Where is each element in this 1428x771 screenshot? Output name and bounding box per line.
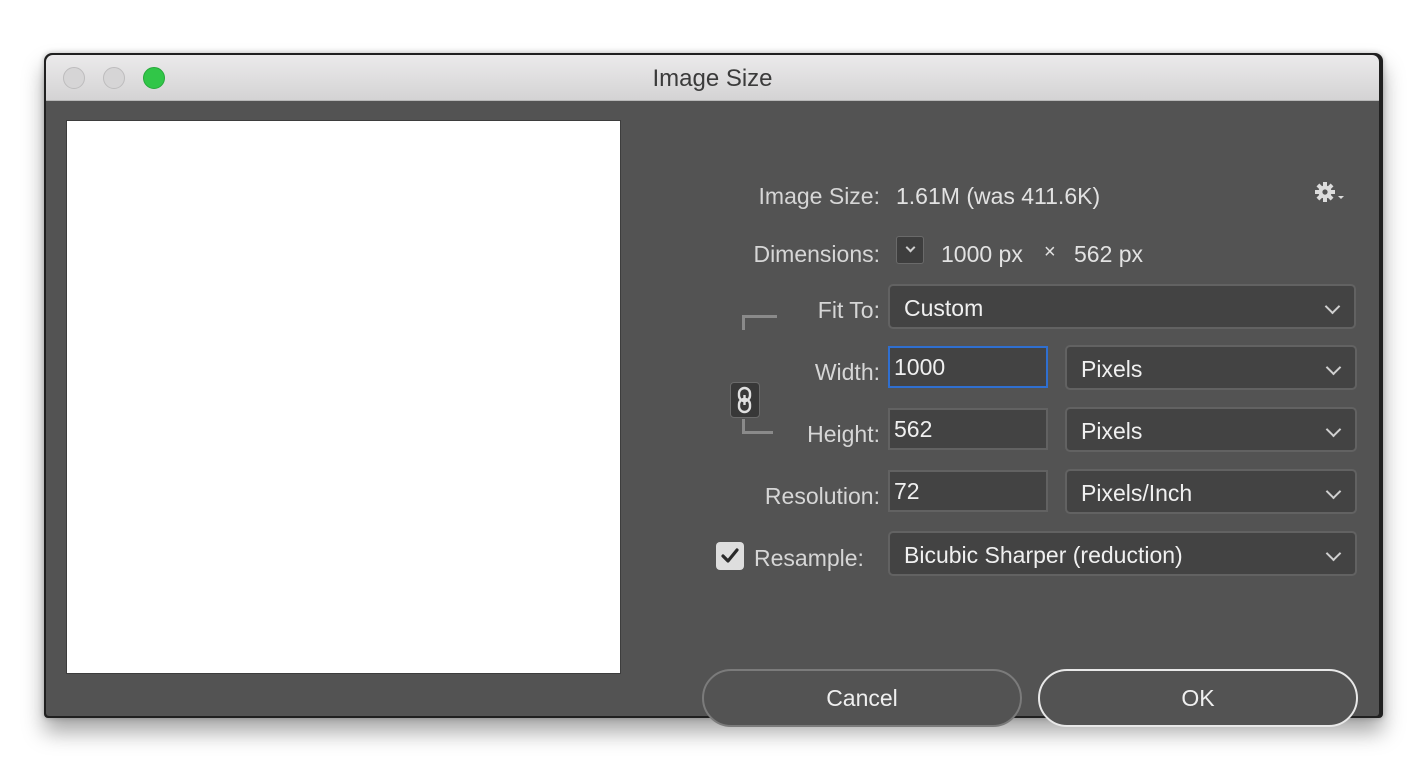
chevron-down-icon	[1325, 421, 1342, 438]
link-icon	[737, 386, 752, 414]
fit-to-value: Custom	[904, 295, 984, 321]
chevron-down-icon	[1325, 545, 1342, 562]
chevron-down-icon	[905, 242, 916, 253]
dialog-body: Image Size: 1.61M (was 411.6K) Dimension…	[46, 101, 1379, 727]
checkmark-icon	[721, 548, 739, 563]
width-unit-value: Pixels	[1081, 356, 1143, 382]
dimensions-times: ×	[1044, 241, 1056, 263]
fit-to-label: Fit To:	[817, 297, 880, 323]
chevron-down-icon	[1325, 483, 1342, 500]
resolution-unit-value: Pixels/Inch	[1081, 480, 1193, 506]
dimensions-label: Dimensions:	[753, 241, 880, 267]
resolution-unit-select[interactable]: Pixels/Inch	[1065, 469, 1357, 514]
dimensions-units-dropdown[interactable]	[896, 236, 924, 264]
dimensions-width-value: 1000 px	[941, 241, 1023, 267]
image-size-dialog: Image Size Image Size: 1.61M (was 411.6K…	[44, 53, 1383, 727]
title-bar[interactable]: Image Size	[46, 55, 1379, 101]
fit-to-select[interactable]: Custom	[888, 284, 1356, 329]
resample-label: Resample:	[754, 545, 864, 571]
width-label: Width:	[814, 359, 880, 385]
cancel-button[interactable]: Cancel	[702, 669, 1022, 727]
width-input[interactable]	[888, 346, 1048, 388]
resolution-input[interactable]	[888, 470, 1048, 512]
ok-button[interactable]: OK	[1038, 669, 1358, 727]
image-preview[interactable]	[66, 120, 621, 674]
chevron-down-icon	[1325, 359, 1342, 376]
resample-method-value: Bicubic Sharper (reduction)	[904, 542, 1183, 568]
constrain-proportions-button[interactable]	[730, 382, 760, 418]
dimensions-height-value: 562 px	[1074, 241, 1144, 267]
height-label: Height:	[807, 421, 880, 447]
resample-checkbox[interactable]	[716, 542, 744, 570]
resample-method-select[interactable]: Bicubic Sharper (reduction)	[888, 531, 1357, 576]
gear-icon[interactable]	[1314, 179, 1348, 205]
window-title: Image Size	[652, 65, 773, 92]
resolution-label: Resolution:	[764, 483, 880, 509]
width-unit-select[interactable]: Pixels	[1065, 345, 1357, 390]
constrain-bracket-top	[742, 315, 777, 330]
height-unit-value: Pixels	[1081, 418, 1143, 444]
image-size-label: Image Size:	[758, 183, 880, 209]
chevron-down-icon	[1324, 298, 1341, 315]
height-input[interactable]	[888, 408, 1048, 450]
image-size-value: 1.61M (was 411.6K)	[896, 183, 1101, 209]
height-unit-select[interactable]: Pixels	[1065, 407, 1357, 452]
